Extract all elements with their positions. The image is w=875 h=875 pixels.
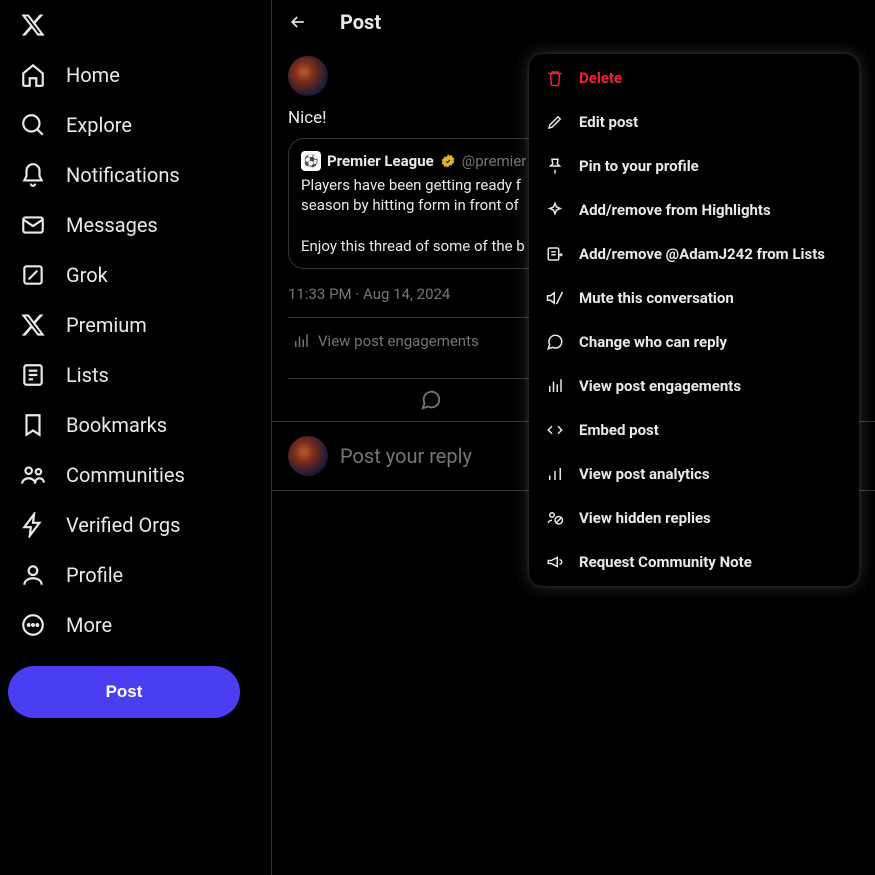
nav-messages[interactable]: Messages (8, 200, 263, 250)
menu-mute[interactable]: Mute this conversation (529, 276, 859, 320)
x-icon (20, 312, 46, 338)
menu-lists[interactable]: Add/remove @AdamJ242 from Lists (529, 232, 859, 276)
author-avatar[interactable] (288, 56, 328, 96)
menu-engagements[interactable]: View post engagements (529, 364, 859, 408)
home-icon (20, 62, 46, 88)
lightning-icon (20, 512, 46, 538)
page-header: Post (272, 0, 875, 44)
nav-notifications[interactable]: Notifications (8, 150, 263, 200)
more-icon (20, 612, 46, 638)
people-icon (20, 462, 46, 488)
nav-premium[interactable]: Premium (8, 300, 263, 350)
x-logo[interactable] (8, 4, 263, 46)
quoted-handle: @premier (462, 152, 527, 170)
bookmark-icon (20, 412, 46, 438)
sparkle-icon (545, 200, 565, 220)
page-title: Post (340, 10, 381, 34)
sidebar: Home Explore Notifications Messages Grok… (0, 0, 272, 875)
compose-post-button[interactable]: Post (8, 666, 240, 718)
back-button[interactable] (288, 12, 308, 32)
main-column: Post Nice! ⚽ Premier League @premier Pla… (272, 0, 875, 875)
menu-edit[interactable]: Edit post (529, 100, 859, 144)
nav-label: Premium (66, 313, 147, 337)
bell-icon (20, 162, 46, 188)
pin-icon (545, 156, 565, 176)
trash-icon (545, 68, 565, 88)
nav-communities[interactable]: Communities (8, 450, 263, 500)
nav-label: Notifications (66, 163, 180, 187)
nav-lists[interactable]: Lists (8, 350, 263, 400)
code-icon (545, 420, 565, 440)
analytics-icon (545, 464, 565, 484)
nav-explore[interactable]: Explore (8, 100, 263, 150)
nav-home[interactable]: Home (8, 50, 263, 100)
menu-hidden-replies[interactable]: View hidden replies (529, 496, 859, 540)
hidden-icon (545, 508, 565, 528)
bars-icon (545, 376, 565, 396)
nav-label: Verified Orgs (66, 513, 180, 537)
menu-reply-settings[interactable]: Change who can reply (529, 320, 859, 364)
verified-badge-icon (440, 153, 456, 169)
post-options-menu: Delete Edit post Pin to your profile Add… (529, 54, 859, 586)
grok-icon (20, 262, 46, 288)
self-avatar (288, 436, 328, 476)
nav-grok[interactable]: Grok (8, 250, 263, 300)
nav-label: More (66, 613, 112, 637)
pencil-icon (545, 112, 565, 132)
chat-icon (545, 332, 565, 352)
nav-profile[interactable]: Profile (8, 550, 263, 600)
nav-more[interactable]: More (8, 600, 263, 650)
nav-label: Bookmarks (66, 413, 167, 437)
list-add-icon (545, 244, 565, 264)
nav-label: Grok (66, 263, 108, 287)
reply-placeholder: Post your reply (340, 444, 472, 468)
menu-pin[interactable]: Pin to your profile (529, 144, 859, 188)
nav-label: Communities (66, 463, 185, 487)
menu-embed[interactable]: Embed post (529, 408, 859, 452)
person-icon (20, 562, 46, 588)
megaphone-icon (545, 552, 565, 572)
mail-icon (20, 212, 46, 238)
menu-analytics[interactable]: View post analytics (529, 452, 859, 496)
quoted-name: Premier League (327, 152, 434, 170)
nav-label: Messages (66, 213, 158, 237)
menu-delete[interactable]: Delete (529, 56, 859, 100)
nav-label: Lists (66, 363, 109, 387)
nav-label: Home (66, 63, 120, 87)
nav-verified-orgs[interactable]: Verified Orgs (8, 500, 263, 550)
nav-bookmarks[interactable]: Bookmarks (8, 400, 263, 450)
nav-label: Profile (66, 563, 123, 587)
quoted-avatar: ⚽ (301, 151, 321, 171)
search-icon (20, 112, 46, 138)
menu-community-note[interactable]: Request Community Note (529, 540, 859, 584)
list-icon (20, 362, 46, 388)
reply-icon[interactable] (420, 389, 442, 411)
menu-highlights[interactable]: Add/remove from Highlights (529, 188, 859, 232)
mute-icon (545, 288, 565, 308)
nav-label: Explore (66, 113, 132, 137)
